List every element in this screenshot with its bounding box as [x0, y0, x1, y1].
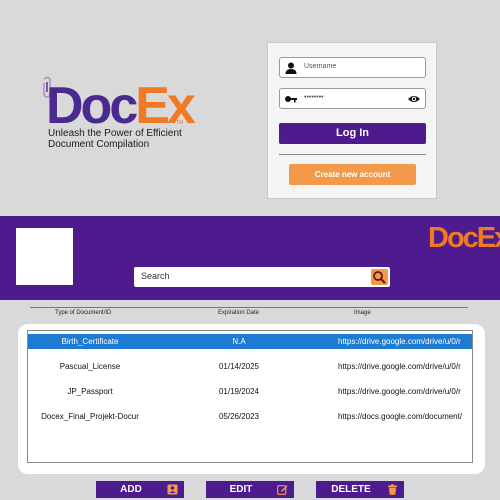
table-row[interactable]: Pascual_License 01/14/2025 https://drive…: [28, 359, 472, 374]
header-logo-doc: Doc: [428, 222, 479, 254]
tagline-line-2: Document Compilation: [48, 139, 150, 150]
cell-image: https://drive.google.com/drive/u/0/r: [338, 337, 461, 346]
tagline: Unleash the Power of Efficient Document …: [48, 128, 182, 150]
document-list[interactable]: Birth_Certificate N.A https://drive.goog…: [27, 330, 473, 463]
username-field[interactable]: Username: [279, 57, 426, 78]
edit-label: EDIT: [229, 484, 253, 495]
logo-trademark: TM: [176, 120, 184, 126]
table-header-divider: [30, 307, 468, 308]
docex-logo: DocEx TM Unleash the Power of Efficient …: [42, 76, 232, 156]
column-header-expiry: Expiration Date: [218, 310, 260, 316]
search-input[interactable]: Search: [134, 267, 390, 287]
table-row[interactable]: Birth_Certificate N.A https://drive.goog…: [28, 334, 472, 349]
search-placeholder: Search: [141, 271, 170, 281]
tagline-line-1: Unleash the Power of Efficient: [48, 128, 182, 139]
delete-label: DELETE: [331, 484, 371, 495]
search-icon: [373, 271, 386, 284]
add-label: ADD: [120, 484, 142, 495]
header-logo-wordmark: DocEx: [428, 222, 500, 254]
edit-button[interactable]: EDIT: [206, 481, 294, 498]
logo-wordmark: DocEx: [46, 77, 196, 135]
table-row[interactable]: JP_Passport 01/19/2024 https://drive.goo…: [28, 384, 472, 399]
logo-ex: Ex: [135, 77, 196, 135]
create-account-button[interactable]: Create new account: [289, 164, 416, 185]
cell-expiry: N.A: [232, 337, 246, 346]
user-icon: [285, 62, 297, 74]
edit-icon: [277, 485, 288, 495]
table-row[interactable]: Docex_Final_Projekt-Docur 05/26/2023 htt…: [28, 409, 472, 424]
login-button[interactable]: Log In: [279, 123, 426, 144]
cell-image: https://drive.google.com/drive/u/0/r: [338, 362, 461, 371]
login-divider: [279, 154, 426, 155]
cell-type: Docex_Final_Projekt-Docur: [41, 412, 139, 421]
cell-expiry: 05/26/2023: [218, 412, 260, 421]
eye-icon[interactable]: [407, 93, 421, 105]
cell-image: https://docs.google.com/document/: [338, 412, 463, 421]
cell-expiry: 01/14/2025: [218, 362, 260, 371]
add-button[interactable]: ADD: [96, 481, 184, 498]
password-value: ••••••••: [304, 94, 324, 101]
cell-expiry: 01/19/2024: [218, 387, 260, 396]
password-field[interactable]: ••••••••: [279, 88, 426, 109]
header-band: Search DocEx: [0, 216, 500, 300]
cell-type: Birth_Certificate: [61, 337, 119, 346]
cell-image: https://drive.google.com/drive/u/0/r: [338, 387, 461, 396]
logo-doc: Doc: [46, 77, 138, 135]
avatar[interactable]: [16, 228, 73, 285]
login-card: Username •••••••• Log In Create new acco…: [267, 42, 437, 199]
search-button[interactable]: [371, 269, 388, 285]
header-logo-ex: Ex: [476, 222, 500, 254]
cell-type: Pascual_License: [59, 362, 121, 371]
cell-type: JP_Passport: [67, 387, 113, 396]
column-header-type: Type of Document/ID: [55, 310, 112, 316]
delete-button[interactable]: DELETE: [316, 481, 404, 498]
trash-icon: [388, 484, 397, 495]
contact-card-icon: [167, 484, 178, 495]
key-icon: [285, 96, 297, 103]
username-placeholder: Username: [304, 63, 337, 70]
header-logo: DocEx: [428, 222, 500, 258]
column-header-image: Image: [354, 310, 371, 316]
